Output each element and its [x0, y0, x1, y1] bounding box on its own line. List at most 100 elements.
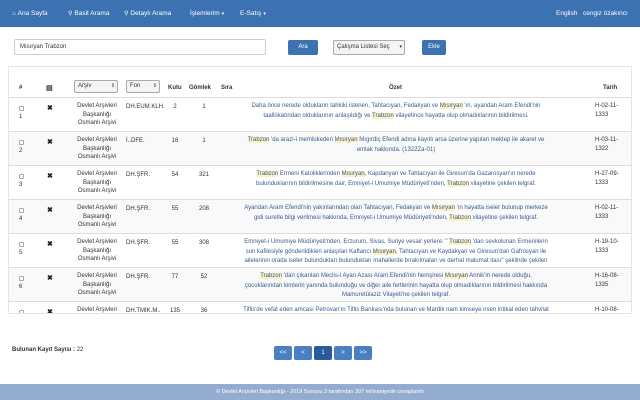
row-gomlek: 1: [202, 104, 206, 110]
search-icon: ⚲: [124, 11, 129, 17]
nav-islemlerim[interactable]: İşlemlerim ▾: [190, 0, 224, 27]
pager-next[interactable]: >: [334, 346, 352, 360]
row-number: 1: [19, 114, 23, 120]
row-number: 6: [19, 284, 23, 290]
row-kutu: 55: [171, 206, 179, 212]
row-ozet[interactable]: Trabzon 'dan çıkarılan Meclis-i Ayan Aza…: [241, 272, 551, 301]
remove-icon[interactable]: ✖: [47, 206, 53, 214]
row-gomlek: 52: [200, 274, 208, 280]
row-fon: İ..DFE.: [126, 138, 145, 144]
row-tarih: H-02-11-1333: [595, 205, 619, 220]
keyword-highlight: Trabzon: [260, 273, 282, 279]
keyword-highlight: Mısıryan: [439, 103, 463, 109]
row-fon: DH.ŞFR.: [126, 274, 150, 280]
table-row[interactable]: 2 ✖ Devlet Arşivleri Başkanlığı Osmanlı Ar…: [9, 131, 631, 165]
row-ozet[interactable]: Tiflis'de vefat eden amcası Petrovan'ın …: [241, 306, 551, 313]
row-number: 5: [19, 250, 23, 256]
home-icon: ⌂: [12, 11, 16, 17]
nav-ana-sayfa[interactable]: ⌂ Ana Sayfa: [12, 0, 48, 27]
row-gomlek: 308: [198, 240, 209, 246]
row-kutu: 77: [171, 274, 179, 280]
pager-last[interactable]: >>: [354, 346, 372, 360]
clipboard-icon[interactable]: ▤: [46, 84, 53, 92]
remove-icon[interactable]: ✖: [47, 240, 53, 248]
record-count: Bulunan Kayıt Sayısı : 22: [12, 347, 83, 353]
nav-e-satis[interactable]: E-Satış ▾: [240, 0, 266, 27]
row-ozet[interactable]: Daha önce nerede oldukların tahkiki iste…: [241, 102, 551, 121]
row-arsiv: Devlet Arşivleri Başkanlığı Osmanlı Arşi…: [77, 239, 117, 262]
user-menu[interactable]: cengiz özakıncı: [583, 0, 628, 27]
row-ozet[interactable]: Trabzon 'da arazi-i memlukeden Mısıryan …: [241, 136, 551, 155]
remove-icon[interactable]: ✖: [47, 308, 53, 313]
keyword-highlight: Trabzon: [247, 137, 270, 143]
work-list-select[interactable]: Çalışma Listesi Seç ▾: [333, 40, 405, 55]
table-row[interactable]: 7✖Devlet Arşivleri Başkanlığı Osmanlı Ar…: [9, 301, 631, 313]
fon-filter-select[interactable]: Fon ⇕: [126, 80, 160, 93]
row-gomlek: 1: [202, 138, 206, 144]
col-header-tarih: Tarih: [603, 85, 618, 91]
table-row[interactable]: 3 ✖ Devlet Arşivleri Başkanlığı Osmanlı Ar…: [9, 165, 631, 199]
row-number: 4: [19, 216, 23, 222]
add-button[interactable]: Ekle: [422, 40, 446, 55]
pager-prev[interactable]: <: [294, 346, 312, 360]
row-arsiv: Devlet Arşivleri Başkanlığı Osmanlı Arşi…: [77, 137, 117, 160]
keyword-highlight: Trabzon: [449, 214, 471, 221]
keyword-highlight: Mısıryan: [341, 171, 365, 177]
keyword-highlight: Mısıryan: [334, 137, 358, 143]
row-arsiv: Devlet Arşivleri Başkanlığı Osmanlı Arşi…: [77, 205, 117, 228]
arsiv-filter-select[interactable]: Arşiv ⇕: [74, 80, 118, 93]
table-row[interactable]: 4 ✖ Devlet Arşivleri Başkanlığı Osmanlı Ar…: [9, 199, 631, 233]
col-header-num: #: [19, 85, 23, 91]
pager-first[interactable]: <<: [274, 346, 292, 360]
row-checkbox[interactable]: [19, 208, 24, 213]
nav-basit-arama[interactable]: ⚲ Basit Arama: [68, 0, 109, 27]
row-fon: DH.ŞFR.: [126, 206, 150, 212]
row-ozet[interactable]: Ayandan Aram Efendi'nin yakınlarından ol…: [241, 204, 551, 223]
search-icon: ⚲: [68, 11, 73, 17]
language-link[interactable]: English: [556, 0, 577, 27]
pager-page-1[interactable]: 1: [314, 346, 332, 360]
table-row[interactable]: 5 ✖ Devlet Arşivleri Başkanlığı Osmanlı Ar…: [9, 233, 631, 274]
row-fon: DH.ŞFR.: [126, 240, 150, 246]
remove-icon[interactable]: ✖: [47, 172, 53, 180]
keyword-highlight: Trabzon: [256, 171, 279, 177]
row-checkbox[interactable]: [19, 106, 24, 111]
col-header-gomlek: Gömlek: [189, 85, 212, 91]
search-button[interactable]: Ara: [288, 40, 318, 55]
nav-label: İşlemlerim: [190, 10, 220, 17]
row-checkbox[interactable]: [19, 310, 24, 313]
row-number: 3: [19, 182, 23, 188]
arsiv-filter-label: Arşiv: [78, 83, 92, 89]
row-fon: DH.EUM.KLH.: [126, 104, 165, 110]
row-checkbox[interactable]: [19, 242, 24, 247]
row-kutu: 55: [171, 240, 179, 246]
row-ozet[interactable]: Trabzon Ermeni Katoliklerinden Mısıryan,…: [241, 170, 551, 189]
col-header-sira: Sıra: [221, 85, 233, 91]
nav-label: Detaylı Arama: [130, 10, 172, 17]
search-input[interactable]: Mısıryan Trabzon: [14, 39, 266, 55]
keyword-highlight: Mısıryan: [431, 205, 455, 211]
keyword-highlight: Mısıryan: [372, 248, 396, 255]
row-kutu: 16: [171, 138, 179, 144]
remove-icon[interactable]: ✖: [47, 138, 53, 146]
nav-label: Basit Arama: [74, 10, 110, 17]
remove-icon[interactable]: ✖: [47, 274, 53, 282]
keyword-highlight: Trabzon: [447, 180, 469, 187]
row-checkbox[interactable]: [19, 140, 24, 145]
remove-icon[interactable]: ✖: [47, 104, 53, 112]
table-row[interactable]: 6 ✖ Devlet Arşivleri Başkanlığı Osmanlı Ar…: [9, 267, 631, 301]
keyword-highlight: Trabzon: [449, 239, 471, 245]
row-arsiv: Devlet Arşivleri Başkanlığı Osmanlı Arşi…: [77, 171, 117, 194]
row-checkbox[interactable]: [19, 174, 24, 179]
nav-label: Ana Sayfa: [17, 10, 48, 17]
row-checkbox[interactable]: [19, 276, 24, 281]
row-gomlek: 321: [198, 172, 209, 178]
nav-detayli-arama[interactable]: ⚲ Detaylı Arama: [124, 0, 171, 27]
chevron-down-icon: ▾: [221, 11, 225, 17]
row-fon: DH.ŞFR.: [126, 172, 150, 178]
row-tarih: H-16-08-1335: [595, 273, 619, 288]
row-tarih: H-03-11-1322: [595, 137, 619, 152]
row-tarih: H-02-11-1333: [595, 103, 619, 118]
col-header-kutu: Kutu: [168, 85, 182, 91]
table-row[interactable]: 1 ✖ Devlet Arşivleri Başkanlığı Osmanlı Ar…: [9, 97, 631, 131]
